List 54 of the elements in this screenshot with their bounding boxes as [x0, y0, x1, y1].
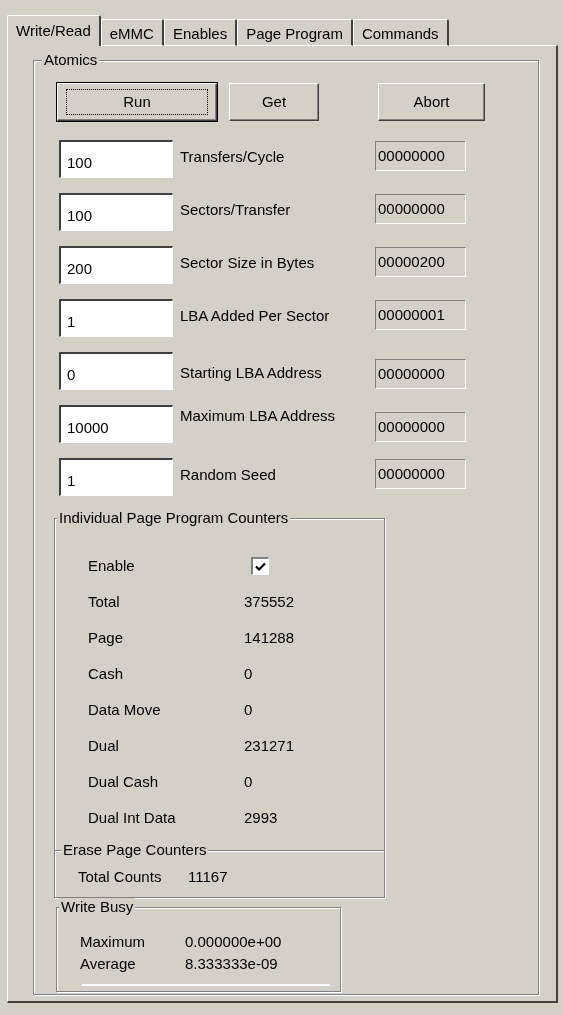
group-title: Individual Page Program Counters [57, 509, 291, 527]
button[interactable]: Abort [378, 83, 485, 121]
counter-value: 0.000000e+00 [185, 932, 282, 952]
counter-value: 141288 [244, 627, 295, 648]
readout: 00000000 [375, 141, 466, 171]
counter-label: Page [88, 627, 125, 648]
counter-label: Cash [88, 663, 125, 684]
counter-value: 8.333333e-09 [185, 954, 278, 974]
group-title: Write Busy [59, 898, 136, 916]
input-field[interactable]: 100 [59, 140, 173, 178]
counter-value: 0 [244, 771, 253, 792]
input-field[interactable]: 1 [59, 458, 173, 496]
counter-value: 0 [244, 663, 253, 684]
counter-value: 2993 [244, 807, 278, 828]
counter-label: Dual Cash [88, 771, 160, 792]
counter-label: Dual [88, 735, 120, 756]
field-label: Transfers/Cycle [179, 147, 286, 167]
field-label: Sectors/Transfer [179, 200, 292, 220]
counter-label: Average [80, 954, 137, 974]
checkbox-label: Enable [88, 555, 136, 576]
counter-label: Maximum [80, 932, 146, 952]
input-field[interactable]: 0 [59, 352, 173, 390]
tab[interactable]: Enables [163, 19, 238, 46]
checkbox[interactable] [251, 557, 269, 575]
counter-value: 11167 [188, 867, 228, 887]
checkmark-icon [255, 561, 266, 572]
counter-value: 0 [244, 699, 253, 720]
readout: 00000000 [375, 194, 466, 224]
readout: 00000000 [375, 359, 466, 389]
tab[interactable]: eMMC [100, 19, 164, 46]
field-label: LBA Added Per Sector [179, 306, 331, 326]
tab[interactable]: Write/Read [7, 15, 101, 46]
readout: 00000000 [375, 459, 466, 489]
counter-label: Total Counts [78, 867, 163, 887]
button[interactable]: Run [57, 83, 217, 121]
readout: 00000200 [375, 247, 466, 277]
input-field[interactable]: 100 [59, 193, 173, 231]
field-label: Sector Size in Bytes [179, 253, 316, 273]
field-label: Starting LBA Address [179, 363, 323, 383]
counter-value: 375552 [244, 591, 295, 612]
counter-label: Dual Int Data [88, 807, 177, 828]
readout: 00000001 [375, 300, 466, 330]
counter-label: Data Move [88, 699, 162, 720]
tab[interactable]: Page Program [237, 19, 353, 46]
tab[interactable]: Commands [352, 19, 449, 46]
input-field[interactable]: 200 [59, 246, 173, 284]
input-field[interactable]: 1 [59, 299, 173, 337]
field-label: Random Seed [179, 465, 277, 485]
counter-value: 231271 [244, 735, 295, 756]
field-label: Maximum LBA Address [179, 406, 337, 426]
button[interactable]: Get [229, 83, 319, 121]
counter-label: Total [88, 591, 121, 612]
input-field[interactable]: 10000 [59, 405, 173, 443]
readout: 00000000 [375, 412, 466, 442]
